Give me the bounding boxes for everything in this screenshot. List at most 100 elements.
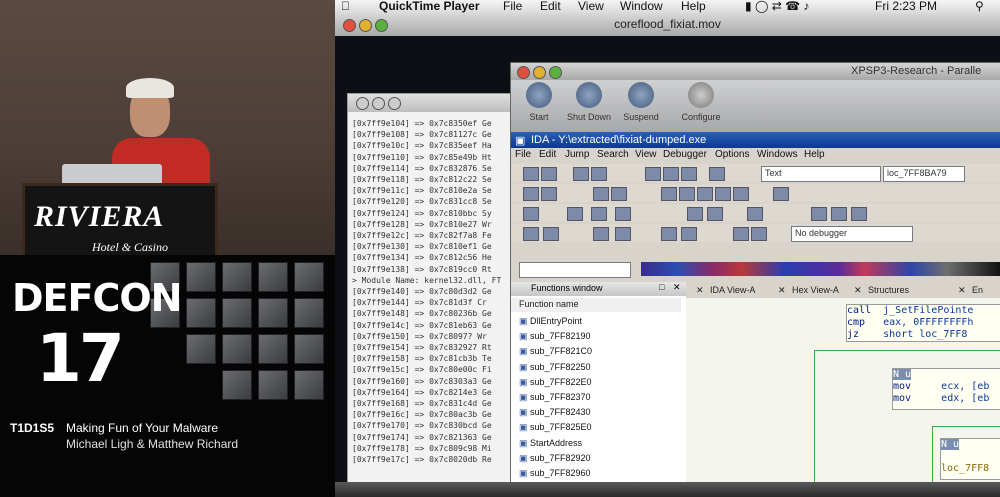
ida-menu-search[interactable]: Search: [597, 149, 629, 160]
tab-close-icon[interactable]: ✕: [778, 285, 786, 296]
ida-menu-jump[interactable]: Jump: [565, 149, 589, 160]
ida-menu-options[interactable]: Options: [715, 149, 749, 160]
apple-icon[interactable]: : [341, 0, 350, 13]
menu-window[interactable]: Window: [620, 0, 663, 13]
text-dropdown[interactable]: Text: [761, 166, 881, 182]
data-icon[interactable]: [591, 207, 607, 221]
zoom-icon[interactable]: [549, 66, 562, 79]
ida-menu-view[interactable]: View: [635, 149, 657, 160]
close-icon[interactable]: [356, 97, 369, 110]
back-icon[interactable]: [573, 167, 589, 181]
delete-icon[interactable]: [707, 207, 723, 221]
name-icon[interactable]: [687, 207, 703, 221]
tab-close-icon[interactable]: ✕: [958, 285, 966, 296]
toolbar-icon[interactable]: [697, 187, 713, 201]
close-icon[interactable]: ✕: [673, 282, 681, 293]
function-icon[interactable]: [661, 227, 677, 241]
ida-menu-file[interactable]: File: [515, 149, 531, 160]
toolbar-icon[interactable]: [615, 227, 631, 241]
function-list-item[interactable]: ▣ sub_7FF82250: [519, 362, 591, 373]
function-list-item[interactable]: ▣ sub_7FF821C0: [519, 346, 592, 357]
ida-menu-windows[interactable]: Windows: [757, 149, 798, 160]
tab-hex-view-a[interactable]: Hex View-A: [792, 285, 839, 295]
toolbar-icon[interactable]: [611, 187, 627, 201]
tab-structures[interactable]: Structures: [868, 285, 909, 295]
pause-icon[interactable]: [751, 227, 767, 241]
ida-titlebar[interactable]: ▣ IDA - Y:\extracted\fixiat-dumped.exe: [511, 132, 1000, 148]
search-icon[interactable]: [709, 167, 725, 181]
ida-window[interactable]: ▣ IDA - Y:\extracted\fixiat-dumped.exe F…: [511, 132, 1000, 497]
tab-close-icon[interactable]: ✕: [854, 285, 862, 296]
toolbar-icon[interactable]: [593, 227, 609, 241]
find-text-icon[interactable]: [681, 167, 697, 181]
asm-block[interactable]: call j_SetFilePointe cmp eax, 0FFFFFFFFh…: [846, 304, 1000, 342]
restore-icon[interactable]: □: [659, 282, 664, 292]
function-list-item[interactable]: ▣ sub_7FF82190: [519, 331, 591, 342]
function-list-item[interactable]: ▣ sub_7FF82960: [519, 468, 591, 479]
zoom-icon[interactable]: [388, 97, 401, 110]
parallels-window[interactable]: XPSP3-Research - Paralle Start Shut Down…: [510, 62, 1000, 497]
open-icon[interactable]: [523, 167, 539, 181]
menu-file[interactable]: File: [503, 0, 522, 13]
ida-graph-view[interactable]: call j_SetFilePointe cmp eax, 0FFFFFFFFh…: [686, 298, 1000, 497]
shut-down-button[interactable]: Shut Down: [561, 82, 617, 122]
navigation-band[interactable]: [641, 262, 1000, 276]
graph-icon[interactable]: [661, 187, 677, 201]
code-icon[interactable]: [567, 207, 583, 221]
location-dropdown[interactable]: loc_7FF8BA79: [883, 166, 965, 182]
asm-block[interactable]: N u loc_7FF8: [940, 438, 1000, 480]
function-list-item[interactable]: ▣ sub_7FF82920: [519, 453, 591, 464]
function-list-item[interactable]: ▣ sub_7FF825E0: [519, 422, 592, 433]
toolbar-icon[interactable]: [543, 227, 559, 241]
menu-edit[interactable]: Edit: [540, 0, 561, 13]
menu-help[interactable]: Help: [681, 0, 706, 13]
debugger-dropdown[interactable]: No debugger: [791, 226, 913, 242]
toolbar-icon[interactable]: [593, 187, 609, 201]
mac-dock[interactable]: [335, 482, 1000, 497]
configure-button[interactable]: Configure: [673, 82, 729, 122]
menu-app-name[interactable]: QuickTime Player: [379, 0, 480, 13]
segment-dropdown[interactable]: [519, 262, 631, 278]
toolbar-icon[interactable]: [541, 187, 557, 201]
toolbar-icon[interactable]: [679, 187, 695, 201]
ida-menu-edit[interactable]: Edit: [539, 149, 556, 160]
tab-ida-view-a[interactable]: IDA View-A: [710, 285, 755, 295]
close-icon[interactable]: [517, 66, 530, 79]
tab-enums[interactable]: En: [972, 285, 983, 295]
minimize-icon[interactable]: [372, 97, 385, 110]
status-icons[interactable]: ▮ ◯ ⇄ ☎ ♪: [745, 0, 809, 13]
find-next-icon[interactable]: [663, 167, 679, 181]
ida-menu-debugger[interactable]: Debugger: [663, 149, 707, 160]
function-list-item[interactable]: ▣ StartAddress: [519, 438, 582, 449]
functions-window[interactable]: Functions window □ ✕ Function name ▣ Dll…: [511, 282, 688, 497]
forward-icon[interactable]: [591, 167, 607, 181]
toolbar-icon[interactable]: [733, 187, 749, 201]
menu-view[interactable]: View: [578, 0, 604, 13]
save-icon[interactable]: [541, 167, 557, 181]
function-list-item[interactable]: ▣ sub_7FF82370: [519, 392, 591, 403]
tab-close-icon[interactable]: ✕: [696, 285, 704, 296]
struct-icon[interactable]: [811, 207, 827, 221]
toolbar-icon[interactable]: [523, 227, 539, 241]
menu-clock[interactable]: Fri 2:23 PM: [875, 0, 937, 13]
function-list-item[interactable]: ▣ sub_7FF82430: [519, 407, 591, 418]
binoculars-icon[interactable]: [645, 167, 661, 181]
toolbar-icon[interactable]: [715, 187, 731, 201]
minimize-icon[interactable]: [533, 66, 546, 79]
function-list-item[interactable]: ▣ DllEntryPoint: [519, 316, 582, 327]
toolbar-icon[interactable]: [523, 207, 539, 221]
toolbar-icon[interactable]: [747, 207, 763, 221]
enum-icon[interactable]: [831, 207, 847, 221]
spotlight-icon[interactable]: ⚲: [975, 0, 984, 13]
toolbar-icon[interactable]: [851, 207, 867, 221]
play-icon[interactable]: [733, 227, 749, 241]
toolbar-icon[interactable]: [523, 187, 539, 201]
unexplored-icon[interactable]: [615, 207, 631, 221]
toolbar-icon[interactable]: [773, 187, 789, 201]
parallels-titlebar[interactable]: XPSP3-Research - Paralle: [511, 63, 1000, 80]
function-list-item[interactable]: ▣ sub_7FF822E0: [519, 377, 592, 388]
ida-menu-help[interactable]: Help: [804, 149, 825, 160]
asm-block[interactable]: N u mov ecx, [eb mov edx, [eb: [892, 368, 1000, 410]
function-icon[interactable]: [681, 227, 697, 241]
suspend-button[interactable]: Suspend: [613, 82, 669, 122]
